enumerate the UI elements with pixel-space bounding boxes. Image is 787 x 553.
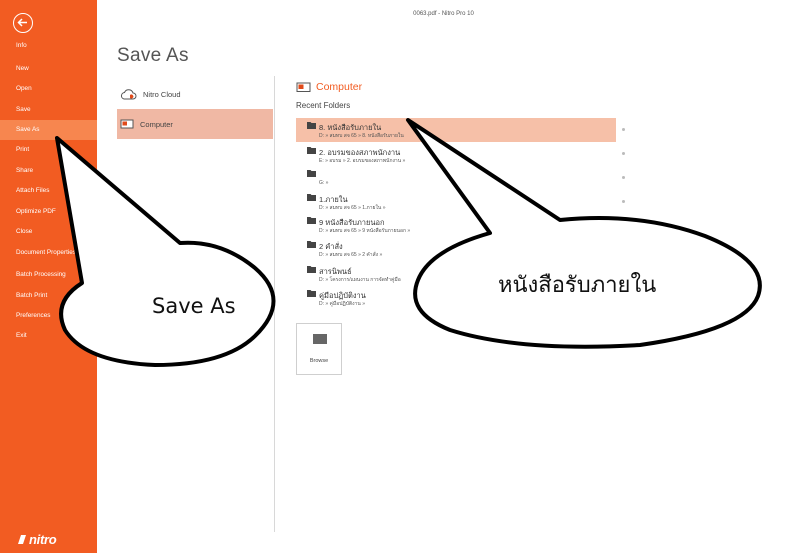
callout-bubble (406, 118, 762, 349)
callout-text-save-as: Save As (152, 294, 236, 318)
callout-bubble (55, 136, 276, 367)
callout-text-folder: หนังสือรับภายใน (498, 273, 657, 298)
annotation-overlay (55, 118, 762, 367)
